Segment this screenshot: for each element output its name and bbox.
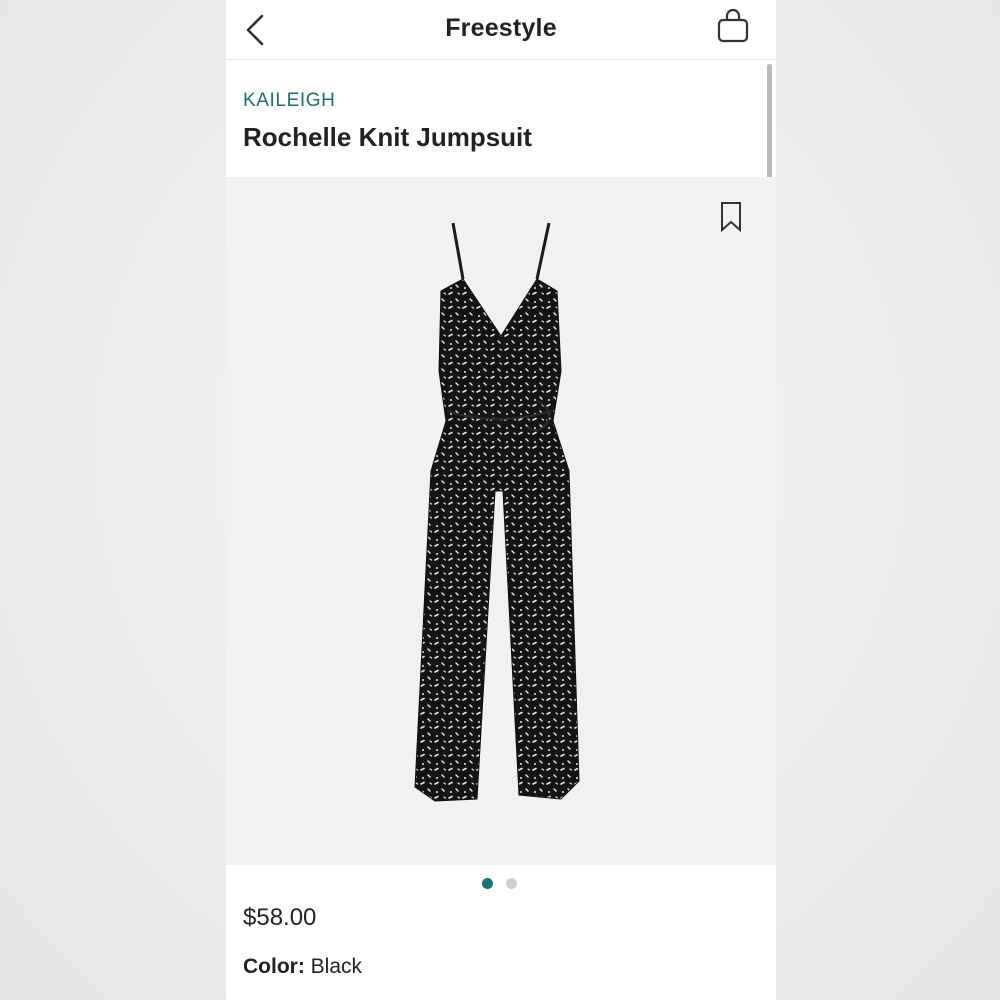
product-price: $58.00 bbox=[243, 904, 317, 931]
color-value: Black bbox=[310, 955, 363, 978]
product-image-carousel[interactable] bbox=[226, 177, 776, 865]
page-title: Freestyle bbox=[445, 14, 557, 42]
product-image bbox=[414, 222, 580, 802]
top-navigation-bar: Freestyle bbox=[226, 0, 776, 60]
color-label: Color: bbox=[243, 955, 305, 978]
app-screen: Freestyle KAILEIGH Rochelle Knit Jumpsui… bbox=[226, 0, 776, 1000]
carousel-dot-active[interactable] bbox=[482, 878, 493, 889]
product-brand[interactable]: KAILEIGH bbox=[243, 90, 335, 112]
shopping-bag-button[interactable] bbox=[716, 8, 750, 44]
color-selector: Color: Black bbox=[243, 955, 362, 979]
save-item-button[interactable] bbox=[720, 201, 742, 233]
bookmark-icon bbox=[721, 202, 741, 233]
shopping-bag-icon bbox=[717, 8, 749, 43]
carousel-dot[interactable] bbox=[506, 878, 517, 889]
product-name: Rochelle Knit Jumpsuit bbox=[243, 122, 532, 152]
